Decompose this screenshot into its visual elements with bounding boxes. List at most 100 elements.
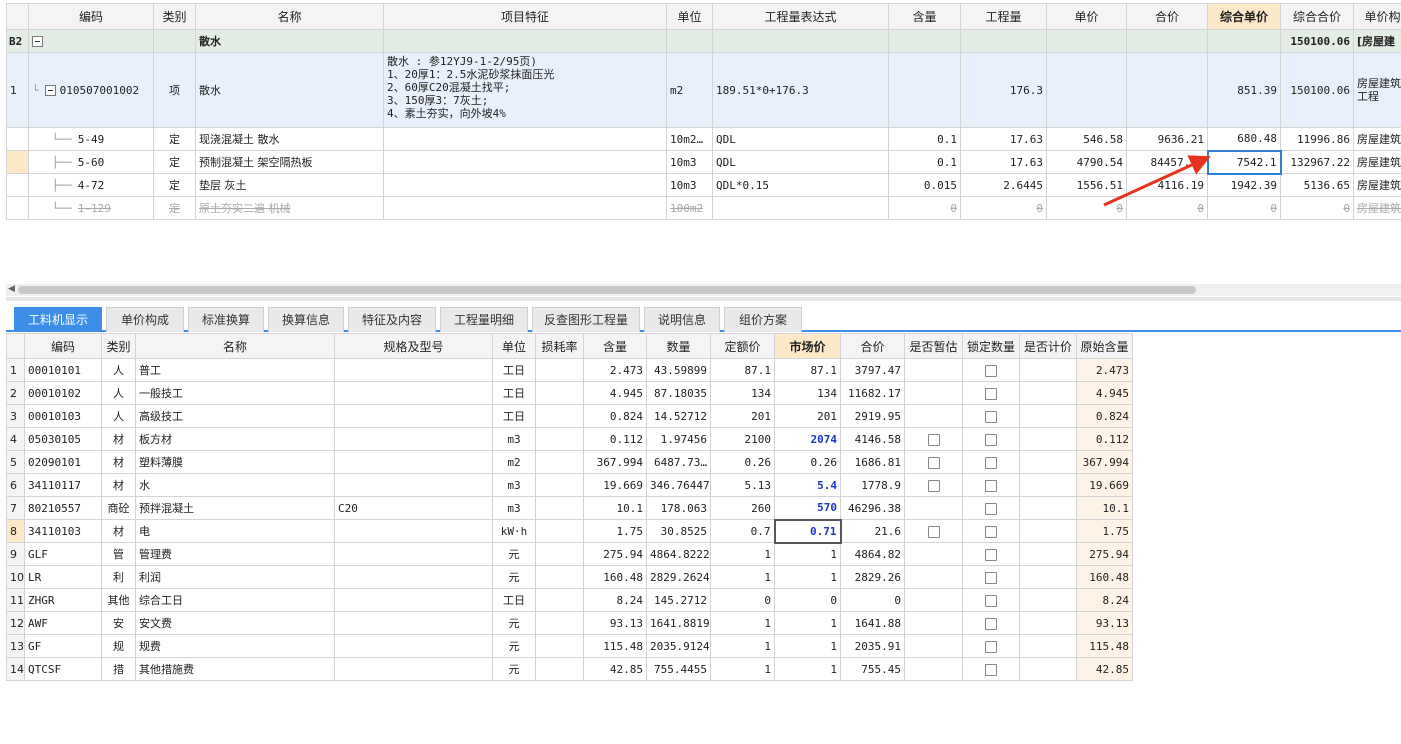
col-header-expr[interactable]: 工程量表达式 [712, 3, 889, 30]
resource-content[interactable]: 115.48 [583, 634, 647, 658]
resource-row[interactable]: 4 05030105 材板方材 m3 0.112 1.97456 2100 2074 4146.… [6, 427, 1133, 451]
provisional-check[interactable] [904, 404, 963, 428]
resource-content[interactable]: 1.75 [583, 519, 647, 543]
provisional-check[interactable] [904, 588, 963, 612]
provisional-checkbox[interactable] [927, 479, 940, 492]
subitem-row[interactable]: └── 5-49 定 现浇混凝土 散水 10m2… QDL 0.1 17.63 5… [6, 127, 1401, 151]
provisional-check[interactable] [904, 519, 963, 543]
resource-spec[interactable] [334, 450, 493, 474]
resource-spec[interactable]: C20 [334, 496, 493, 520]
lock-qty-check[interactable] [962, 381, 1020, 405]
resource-content[interactable]: 367.994 [583, 450, 647, 474]
col-header-name[interactable]: 名称 [195, 3, 384, 30]
resource-row[interactable]: 5 02090101 材塑料薄膜 m2 367.994 6487.73… 0.26 0.26 1… [6, 450, 1133, 474]
resource-market-price[interactable]: 1 [774, 611, 841, 635]
resource-market-price[interactable]: 5.4 [774, 473, 841, 497]
subitem-row-disabled[interactable]: └── 1-129 定 原土夯实二遍 机械 100m2 0 0 0 0 0 0 房… [6, 196, 1401, 220]
provisional-check[interactable] [904, 496, 963, 520]
tab-quantity-detail[interactable]: 工程量明细 [440, 307, 528, 332]
resource-content[interactable]: 2.473 [583, 358, 647, 382]
lock-qty-checkbox[interactable] [985, 525, 997, 538]
tab-graphic-quantity[interactable]: 反查图形工程量 [532, 307, 640, 332]
resource-spec[interactable] [334, 657, 493, 681]
resource-content[interactable]: 10.1 [583, 496, 647, 520]
col-header-orig-content[interactable]: 原始含量 [1076, 333, 1133, 359]
col-header-name[interactable]: 名称 [135, 333, 335, 359]
resource-content[interactable]: 8.24 [583, 588, 647, 612]
resource-market-price[interactable]: 2074 [774, 427, 841, 451]
scrollbar-thumb[interactable] [18, 286, 1196, 294]
resource-market-price[interactable]: 0.26 [774, 450, 841, 474]
provisional-check[interactable] [904, 611, 963, 635]
lock-qty-check[interactable] [962, 358, 1020, 382]
lock-qty-check[interactable] [962, 634, 1020, 658]
tab-labor-material-machine[interactable]: 工料机显示 [14, 307, 102, 332]
resource-spec[interactable] [334, 565, 493, 589]
resource-row[interactable]: 9 GLF 管管理费元 275.94 4864.8222 1 1 4864.82 275.94 [6, 542, 1133, 566]
col-header-code[interactable]: 编码 [24, 333, 102, 359]
lock-qty-check[interactable] [962, 404, 1020, 428]
resource-row[interactable]: 1 00010101 人普工 工日 2.473 43.59899 87.1 87.1 3797.… [6, 358, 1133, 382]
resource-spec[interactable] [334, 404, 493, 428]
lock-qty-checkbox[interactable] [985, 456, 997, 469]
resource-content[interactable]: 4.945 [583, 381, 647, 405]
lock-qty-checkbox[interactable] [985, 594, 997, 607]
horizontal-scrollbar[interactable]: ◀ [6, 284, 1401, 296]
provisional-check[interactable] [904, 657, 963, 681]
group-row[interactable]: B2 散水 150100.06 [房屋建 [6, 29, 1401, 53]
lock-qty-checkbox[interactable] [985, 387, 997, 400]
col-header-provisional[interactable]: 是否暂估 [904, 333, 963, 359]
lock-qty-check[interactable] [962, 427, 1020, 451]
resource-row[interactable]: 14 QTCSF 措其他措施费元 42.85 755.4455 1 1 755.45 42.85 [6, 657, 1133, 681]
col-header-comp-total[interactable]: 综合合价 [1280, 3, 1354, 30]
col-header-total[interactable]: 合价 [1126, 3, 1208, 30]
resource-spec[interactable] [334, 611, 493, 635]
resource-market-price[interactable]: 201 [774, 404, 841, 428]
lock-qty-check[interactable] [962, 588, 1020, 612]
provisional-checkbox[interactable] [927, 525, 940, 538]
resource-row[interactable]: 11 ZHGR 其他 综合工日 工日 8.24 145.2712 0 0 0 8.24 [6, 588, 1133, 612]
col-header-fixed-price[interactable]: 定额价 [710, 333, 775, 359]
lock-qty-check[interactable] [962, 473, 1020, 497]
lock-qty-check[interactable] [962, 542, 1020, 566]
col-header-code[interactable]: 编码 [28, 3, 154, 30]
resource-row[interactable]: 12 AWF 安安文费元 93.13 1641.8819 1 1 1641.88 93.13 [6, 611, 1133, 635]
col-header-quantity[interactable]: 数量 [646, 333, 711, 359]
provisional-checkbox[interactable] [927, 433, 940, 446]
resource-content[interactable]: 42.85 [583, 657, 647, 681]
col-header-content[interactable]: 含量 [583, 333, 647, 359]
subitem-row[interactable]: ├── 5-60 定 预制混凝土 架空隔热板 10m3 QDL 0.1 17.63… [6, 149, 1401, 175]
col-header-price[interactable]: 单价 [1046, 3, 1127, 30]
resource-market-price[interactable]: 0 [774, 588, 841, 612]
lock-qty-checkbox[interactable] [985, 364, 997, 377]
tab-description[interactable]: 说明信息 [644, 307, 720, 332]
resource-content[interactable]: 93.13 [583, 611, 647, 635]
resource-spec[interactable] [334, 634, 493, 658]
lock-qty-check[interactable] [962, 450, 1020, 474]
group-toggle-cell[interactable] [28, 29, 154, 53]
resource-spec[interactable] [334, 588, 493, 612]
scroll-left-icon[interactable]: ◀ [8, 284, 15, 294]
resource-market-price[interactable]: 1 [774, 565, 841, 589]
provisional-check[interactable] [904, 427, 963, 451]
col-header-type[interactable]: 类别 [101, 333, 136, 359]
resource-market-price[interactable]: 1 [774, 634, 841, 658]
subitem-row[interactable]: ├── 4-72 定 垫层 灰土 10m3 QDL*0.15 0.015 2.64… [6, 173, 1401, 197]
col-header-spec-model[interactable]: 规格及型号 [334, 333, 493, 359]
resource-market-price[interactable]: 0.71 [773, 518, 842, 544]
provisional-check[interactable] [904, 473, 963, 497]
lock-qty-checkbox[interactable] [985, 410, 997, 423]
resource-spec[interactable] [334, 358, 493, 382]
provisional-checkbox[interactable] [927, 456, 940, 469]
tab-unit-price-composition[interactable]: 单价构成 [106, 307, 184, 332]
resource-spec[interactable] [334, 427, 493, 451]
provisional-check[interactable] [904, 565, 963, 589]
provisional-check[interactable] [904, 358, 963, 382]
col-header-lock-qty[interactable]: 锁定数量 [962, 333, 1020, 359]
col-header-loss-rate[interactable]: 损耗率 [535, 333, 584, 359]
resource-content[interactable]: 19.669 [583, 473, 647, 497]
col-header-price-comp[interactable]: 单价构 [1353, 3, 1401, 30]
resource-row[interactable]: 13 GF 规规费元 115.48 2035.9124 1 1 2035.91 115.48 [6, 634, 1133, 658]
lock-qty-checkbox[interactable] [985, 640, 997, 653]
col-header-priced[interactable]: 是否计价 [1019, 333, 1077, 359]
